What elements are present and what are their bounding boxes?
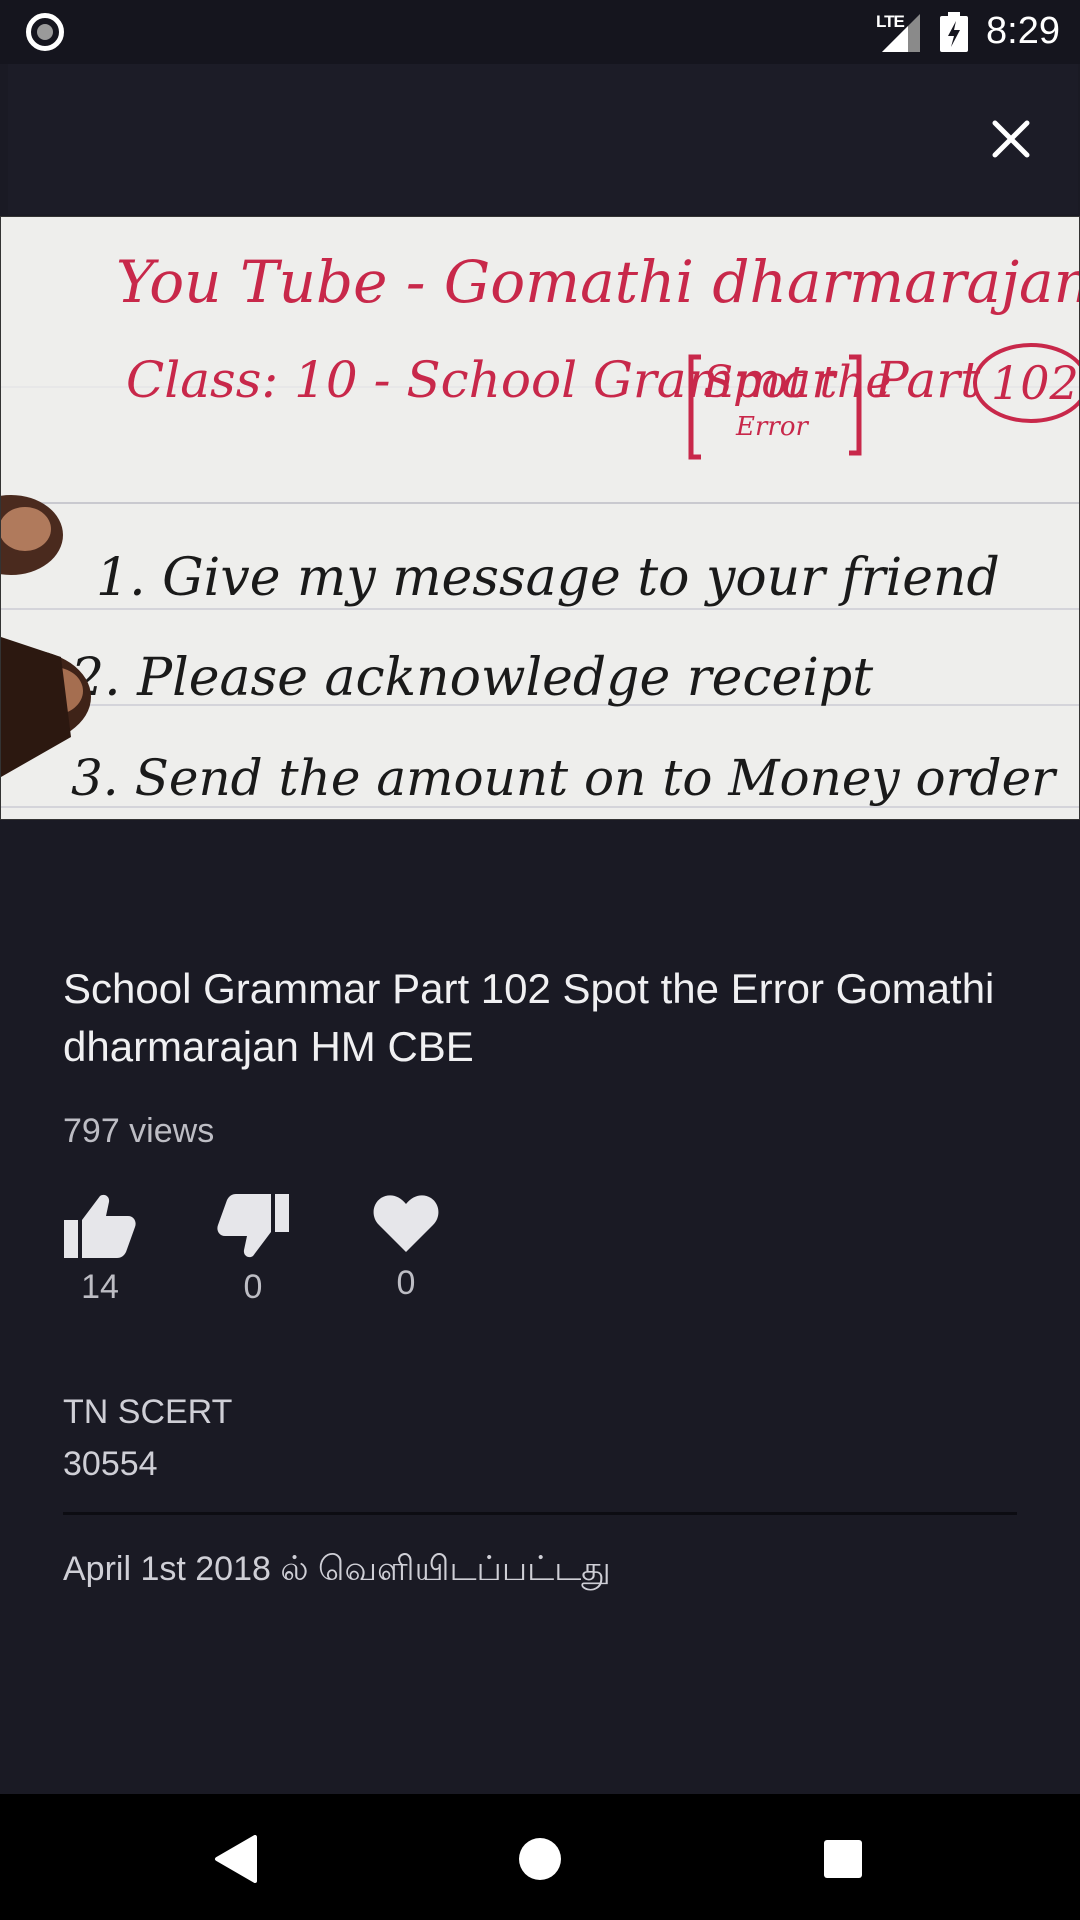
thumb-line1: You Tube - Gomathi dharmarajan bbox=[116, 248, 1080, 316]
close-icon bbox=[992, 120, 1030, 158]
dislike-count: 0 bbox=[243, 1268, 263, 1306]
nav-back-button[interactable] bbox=[200, 1824, 270, 1894]
status-bar: LTE 8:29 bbox=[0, 0, 1080, 64]
video-title: School Grammar Part 102 Spot the Error G… bbox=[63, 965, 995, 1070]
thumb-item3: 3. Send the amount on to Money order bbox=[71, 749, 1058, 807]
thumb-number: 102 bbox=[991, 356, 1079, 410]
back-triangle-icon bbox=[215, 1835, 257, 1883]
favorite-count: 0 bbox=[396, 1264, 416, 1302]
channel-name: TN SCERT bbox=[63, 1393, 233, 1431]
network-type-label: LTE bbox=[876, 12, 905, 31]
home-circle-icon bbox=[519, 1838, 561, 1880]
thumb-up-icon bbox=[64, 1194, 136, 1258]
system-nav-bar bbox=[0, 1794, 1080, 1920]
thumb-part: Part bbox=[874, 351, 981, 409]
thumb-box-text: Spot the bbox=[703, 357, 892, 408]
divider bbox=[63, 1512, 1017, 1515]
recents-square-icon bbox=[824, 1840, 862, 1878]
favorite-button[interactable]: 0 bbox=[356, 1194, 456, 1303]
notification-record-icon bbox=[26, 13, 64, 51]
dislike-button[interactable]: 0 bbox=[203, 1194, 303, 1307]
video-player[interactable]: You Tube - Gomathi dharmarajan Class: 10… bbox=[0, 216, 1080, 820]
nav-home-button[interactable] bbox=[505, 1824, 575, 1894]
published-date: April 1st 2018 ல் வெளியிடப்பட்டது bbox=[63, 1550, 611, 1588]
like-count: 14 bbox=[81, 1268, 119, 1306]
status-clock: 8:29 bbox=[986, 10, 1060, 52]
channel-info[interactable]: TN SCERT 30554 bbox=[63, 1386, 232, 1490]
player-header bbox=[8, 64, 1078, 214]
nav-recents-button[interactable] bbox=[808, 1824, 878, 1894]
like-button[interactable]: 14 bbox=[50, 1194, 150, 1307]
thumb-box-sub: Error bbox=[735, 412, 809, 442]
close-button[interactable] bbox=[976, 104, 1046, 174]
thumb-item2: 2. Please acknowledge receipt bbox=[70, 648, 873, 708]
thumb-down-icon bbox=[217, 1194, 289, 1258]
thumb-item1: 1. Give my message to your friend bbox=[96, 548, 1000, 608]
battery-charging-icon bbox=[940, 12, 968, 52]
channel-id: 30554 bbox=[63, 1445, 158, 1483]
view-count: 797 views bbox=[63, 1112, 215, 1150]
video-thumbnail-image: You Tube - Gomathi dharmarajan Class: 10… bbox=[1, 217, 1080, 819]
heart-icon bbox=[373, 1195, 439, 1252]
